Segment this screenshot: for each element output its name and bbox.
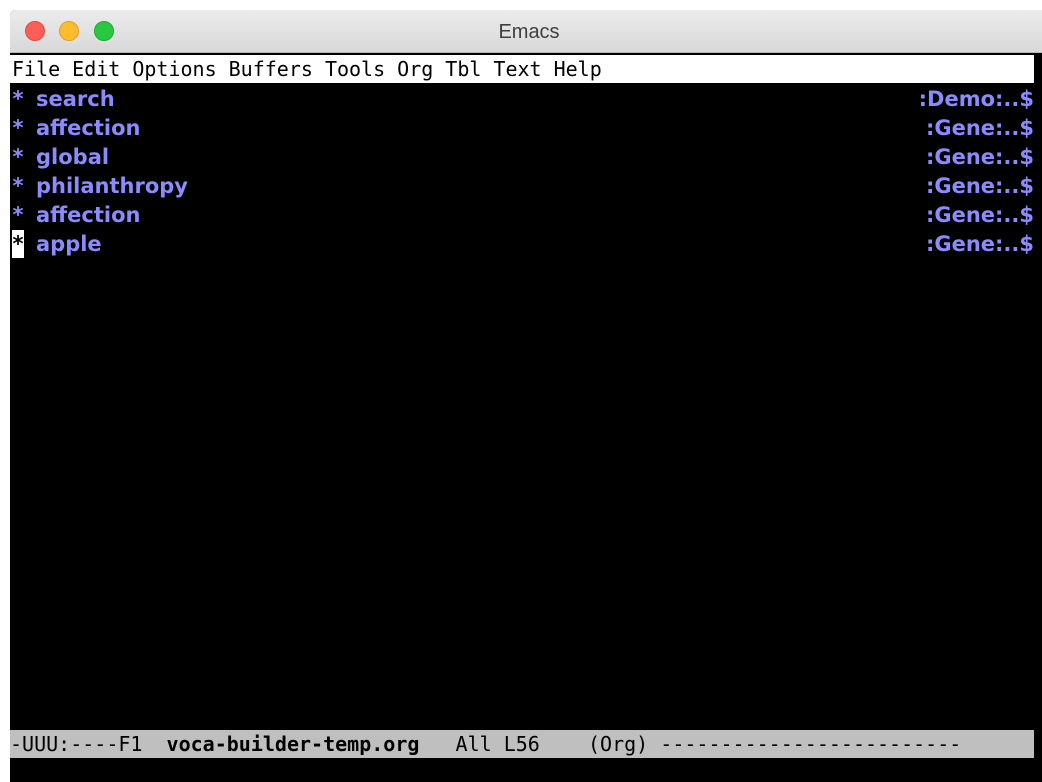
heading-bullet: * xyxy=(12,174,24,198)
heading-tags: :Demo:..$ xyxy=(918,87,1034,111)
heading-text: search xyxy=(36,87,115,111)
menu-file[interactable]: File xyxy=(12,55,60,83)
heading-text: affection xyxy=(36,203,141,227)
heading-tags: :Gene:..$ xyxy=(925,174,1034,198)
emacs-window: Emacs File Edit Options Buffers Tools Org Tbl T… xyxy=(10,10,1042,782)
heading-bullet: * xyxy=(12,87,24,111)
menu-text[interactable]: Text xyxy=(493,55,541,83)
org-heading-line[interactable]: * apple :Gene:..$ xyxy=(10,230,1034,258)
heading-tags: :Gene:..$ xyxy=(925,203,1034,227)
menu-bar: File Edit Options Buffers Tools Org Tbl Text Hel… xyxy=(10,55,1034,83)
heading-text: global xyxy=(36,145,110,169)
org-heading-line[interactable]: * affection :Gene:..$ xyxy=(10,201,1035,229)
menu-tbl[interactable]: Tbl xyxy=(445,55,481,83)
menu-org[interactable]: Org xyxy=(397,55,433,83)
modeline-position: All L56 xyxy=(455,732,540,756)
menu-tools[interactable]: Tools xyxy=(325,55,385,83)
org-buffer[interactable]: * search :Demo:..$ * affection :Gene:..$… xyxy=(10,85,1034,725)
heading-text: philanthropy xyxy=(36,174,188,198)
heading-tags: :Gene:..$ xyxy=(925,116,1034,140)
heading-text: affection xyxy=(36,116,141,140)
org-heading-line[interactable]: * philanthropy :Gene:..$ xyxy=(10,172,1035,200)
org-heading-line[interactable]: * affection :Gene:..$ xyxy=(10,114,1035,142)
heading-text: apple xyxy=(36,232,102,256)
menu-buffers[interactable]: Buffers xyxy=(229,55,313,83)
heading-bullet: * xyxy=(12,145,24,169)
minibuffer[interactable] xyxy=(10,758,1034,782)
heading-bullet: * xyxy=(12,203,24,227)
window-title: Emacs xyxy=(498,21,560,43)
modeline-fill: ------------------------- xyxy=(660,732,962,756)
modeline-major-mode[interactable]: (Org) xyxy=(588,732,648,756)
heading-tags: :Gene:..$ xyxy=(925,145,1034,169)
org-heading-line[interactable]: * global :Gene:..$ xyxy=(10,143,1035,171)
org-heading-line[interactable]: * search :Demo:..$ xyxy=(10,85,1035,113)
mode-line: -UUU:----F1 voca-builder-temp.org All L5… xyxy=(10,730,1034,758)
menu-options[interactable]: Options xyxy=(132,55,216,83)
menu-help[interactable]: Help xyxy=(554,55,602,83)
text-cursor: * xyxy=(12,230,24,258)
menu-edit[interactable]: Edit xyxy=(72,55,120,83)
modeline-buffer-name[interactable]: voca-builder-temp.org xyxy=(167,732,420,756)
title-bar: Emacs xyxy=(10,10,1042,53)
modeline-status: -UUU:----F1 xyxy=(10,732,143,756)
heading-tags: :Gene:..$ xyxy=(925,232,1034,256)
heading-bullet: * xyxy=(12,116,24,140)
